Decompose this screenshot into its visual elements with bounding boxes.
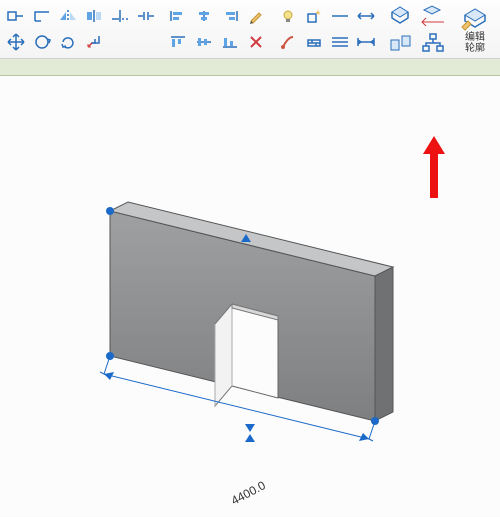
align-center-v-icon[interactable] [192,30,216,54]
line-single-icon[interactable] [328,4,352,28]
align-left-icon[interactable] [166,4,190,28]
group-align [162,0,272,58]
assembly-break-icon[interactable] [418,2,448,28]
mirror-icon[interactable] [56,4,80,28]
arrow-h-icon[interactable] [354,4,378,28]
offset-icon[interactable] [82,30,106,54]
align-top-icon[interactable] [166,30,190,54]
scene [0,76,500,516]
group-profile: 编辑 轮廓 重设 轮廓 [452,0,500,58]
brush-icon[interactable] [276,30,300,54]
align-right-icon[interactable] [218,4,242,28]
gap-icon[interactable] [134,4,158,28]
line-triple-icon[interactable] [328,30,352,54]
group-assembly [382,0,452,58]
join-corner-icon[interactable] [30,4,54,28]
trim-icon[interactable] [108,4,132,28]
wall-icon[interactable] [302,30,326,54]
options-strip [0,59,500,76]
move-icon[interactable] [4,30,28,54]
lightbulb-icon[interactable] [276,4,300,28]
delete-icon[interactable] [244,30,268,54]
star-annotate-icon[interactable] [302,4,326,28]
edit-profile-button[interactable]: 编辑 轮廓 [456,1,494,57]
ribbon: 编辑 轮廓 重设 轮廓 [0,0,500,59]
edit-profile-label: 编辑 轮廓 [465,32,485,54]
align-bottom-icon[interactable] [218,30,242,54]
assembly-tree-icon[interactable] [418,30,448,56]
group-modify [0,0,162,58]
align-center-h-icon[interactable] [192,4,216,28]
pencil-icon[interactable] [244,4,268,28]
span-icon[interactable] [354,30,378,54]
group-draw [272,0,382,58]
rotate-icon[interactable] [56,30,80,54]
viewport-3d[interactable]: 4400.0 [0,76,500,516]
flip-icon[interactable] [82,4,106,28]
join-end-icon[interactable] [4,4,28,28]
reverse-curve-icon[interactable] [30,30,54,54]
assembly-top-icon[interactable] [386,2,416,28]
assembly-thumb-icon[interactable] [386,30,416,56]
reset-profile-button[interactable]: 重设 轮廓 [496,1,500,57]
